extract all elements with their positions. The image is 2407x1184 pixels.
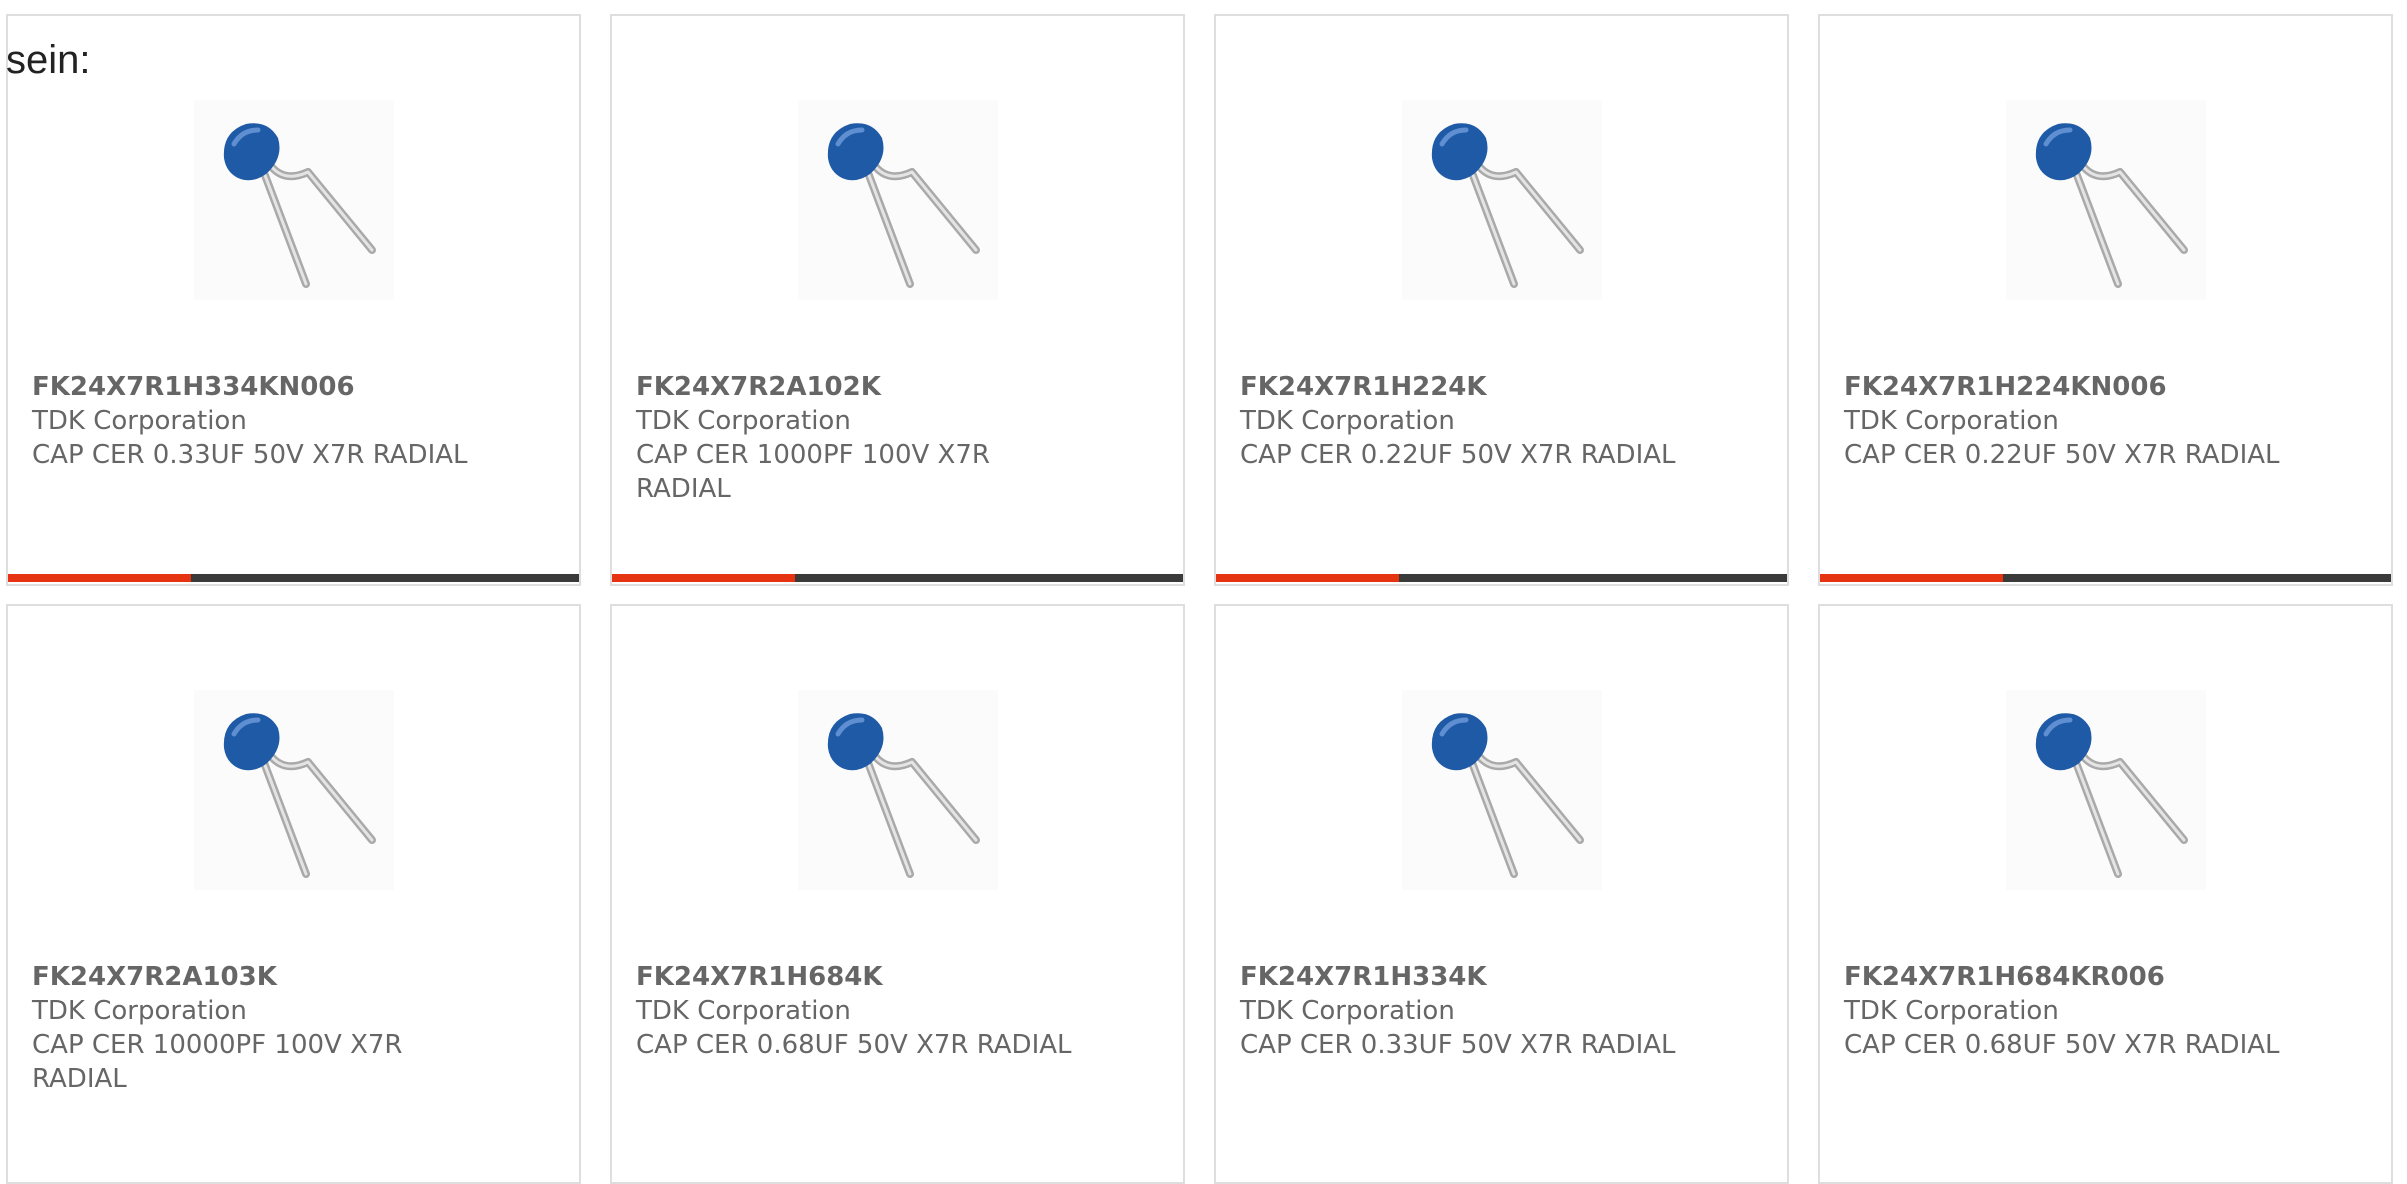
progress-fill [1216, 574, 1399, 582]
ceramic-capacitor-icon [1431, 713, 1584, 878]
product-image[interactable] [194, 100, 394, 300]
description: CAP CER 0.33UF 50V X7R RADIAL [1240, 1030, 1676, 1060]
description: CAP CER 0.22UF 50V X7R RADIAL [1844, 440, 2280, 470]
part-number[interactable]: FK24X7R1H684K [636, 960, 1083, 994]
product-image[interactable] [798, 100, 998, 300]
ceramic-capacitor-icon [827, 123, 980, 288]
product-info: FK24X7R1H684K TDK Corporation CAP CER 0.… [636, 960, 1083, 1062]
part-number[interactable]: FK24X7R1H224KN006 [1844, 370, 2291, 404]
intro-text: sein: [6, 38, 91, 82]
manufacturer: TDK Corporation [1240, 406, 1455, 436]
description: CAP CER 0.22UF 50V X7R RADIAL [1240, 440, 1676, 470]
description: CAP CER 10000PF 100V X7R RADIAL [32, 1030, 403, 1094]
product-image[interactable] [2006, 690, 2206, 890]
description: CAP CER 1000PF 100V X7R RADIAL [636, 440, 990, 504]
progress-fill [8, 574, 191, 582]
manufacturer: TDK Corporation [636, 406, 851, 436]
part-number[interactable]: FK24X7R2A102K [636, 370, 1083, 404]
description: CAP CER 0.68UF 50V X7R RADIAL [1844, 1030, 2280, 1060]
part-number[interactable]: FK24X7R2A103K [32, 960, 479, 994]
ceramic-capacitor-icon [2035, 123, 2188, 288]
product-info: FK24X7R1H684KR006 TDK Corporation CAP CE… [1844, 960, 2291, 1062]
ceramic-capacitor-icon [223, 713, 376, 878]
product-image[interactable] [2006, 100, 2206, 300]
product-info: FK24X7R1H334K TDK Corporation CAP CER 0.… [1240, 960, 1687, 1062]
ceramic-capacitor-icon [223, 123, 376, 288]
product-info: FK24X7R1H334KN006 TDK Corporation CAP CE… [32, 370, 479, 472]
product-card[interactable]: FK24X7R2A103K TDK Corporation CAP CER 10… [6, 604, 581, 1184]
ceramic-capacitor-icon [1431, 123, 1584, 288]
part-number[interactable]: FK24X7R1H224K [1240, 370, 1687, 404]
part-number[interactable]: FK24X7R1H334K [1240, 960, 1687, 994]
product-info: FK24X7R2A103K TDK Corporation CAP CER 10… [32, 960, 479, 1096]
ceramic-capacitor-icon [2035, 713, 2188, 878]
product-info: FK24X7R1H224K TDK Corporation CAP CER 0.… [1240, 370, 1687, 472]
product-card[interactable]: FK24X7R1H684KR006 TDK Corporation CAP CE… [1818, 604, 2393, 1184]
description: CAP CER 0.68UF 50V X7R RADIAL [636, 1030, 1072, 1060]
manufacturer: TDK Corporation [1844, 996, 2059, 1026]
product-image[interactable] [194, 690, 394, 890]
product-card[interactable]: FK24X7R1H224K TDK Corporation CAP CER 0.… [1214, 14, 1789, 586]
product-card[interactable]: FK24X7R2A102K TDK Corporation CAP CER 10… [610, 14, 1185, 586]
product-info: FK24X7R1H224KN006 TDK Corporation CAP CE… [1844, 370, 2291, 472]
progress-bar [1820, 574, 2391, 582]
manufacturer: TDK Corporation [1844, 406, 2059, 436]
product-info: FK24X7R2A102K TDK Corporation CAP CER 10… [636, 370, 1083, 506]
progress-fill [612, 574, 795, 582]
progress-bar [1216, 574, 1787, 582]
product-card[interactable]: FK24X7R1H684K TDK Corporation CAP CER 0.… [610, 604, 1185, 1184]
progress-bar [612, 574, 1183, 582]
progress-fill [1820, 574, 2003, 582]
manufacturer: TDK Corporation [636, 996, 851, 1026]
product-image[interactable] [798, 690, 998, 890]
progress-bar [8, 574, 579, 582]
product-card[interactable]: FK24X7R1H224KN006 TDK Corporation CAP CE… [1818, 14, 2393, 586]
ceramic-capacitor-icon [827, 713, 980, 878]
part-number[interactable]: FK24X7R1H334KN006 [32, 370, 479, 404]
manufacturer: TDK Corporation [1240, 996, 1455, 1026]
manufacturer: TDK Corporation [32, 406, 247, 436]
product-image[interactable] [1402, 100, 1602, 300]
product-image[interactable] [1402, 690, 1602, 890]
product-card[interactable]: FK24X7R1H334KN006 TDK Corporation CAP CE… [6, 14, 581, 586]
manufacturer: TDK Corporation [32, 996, 247, 1026]
description: CAP CER 0.33UF 50V X7R RADIAL [32, 440, 468, 470]
product-card[interactable]: FK24X7R1H334K TDK Corporation CAP CER 0.… [1214, 604, 1789, 1184]
part-number[interactable]: FK24X7R1H684KR006 [1844, 960, 2291, 994]
